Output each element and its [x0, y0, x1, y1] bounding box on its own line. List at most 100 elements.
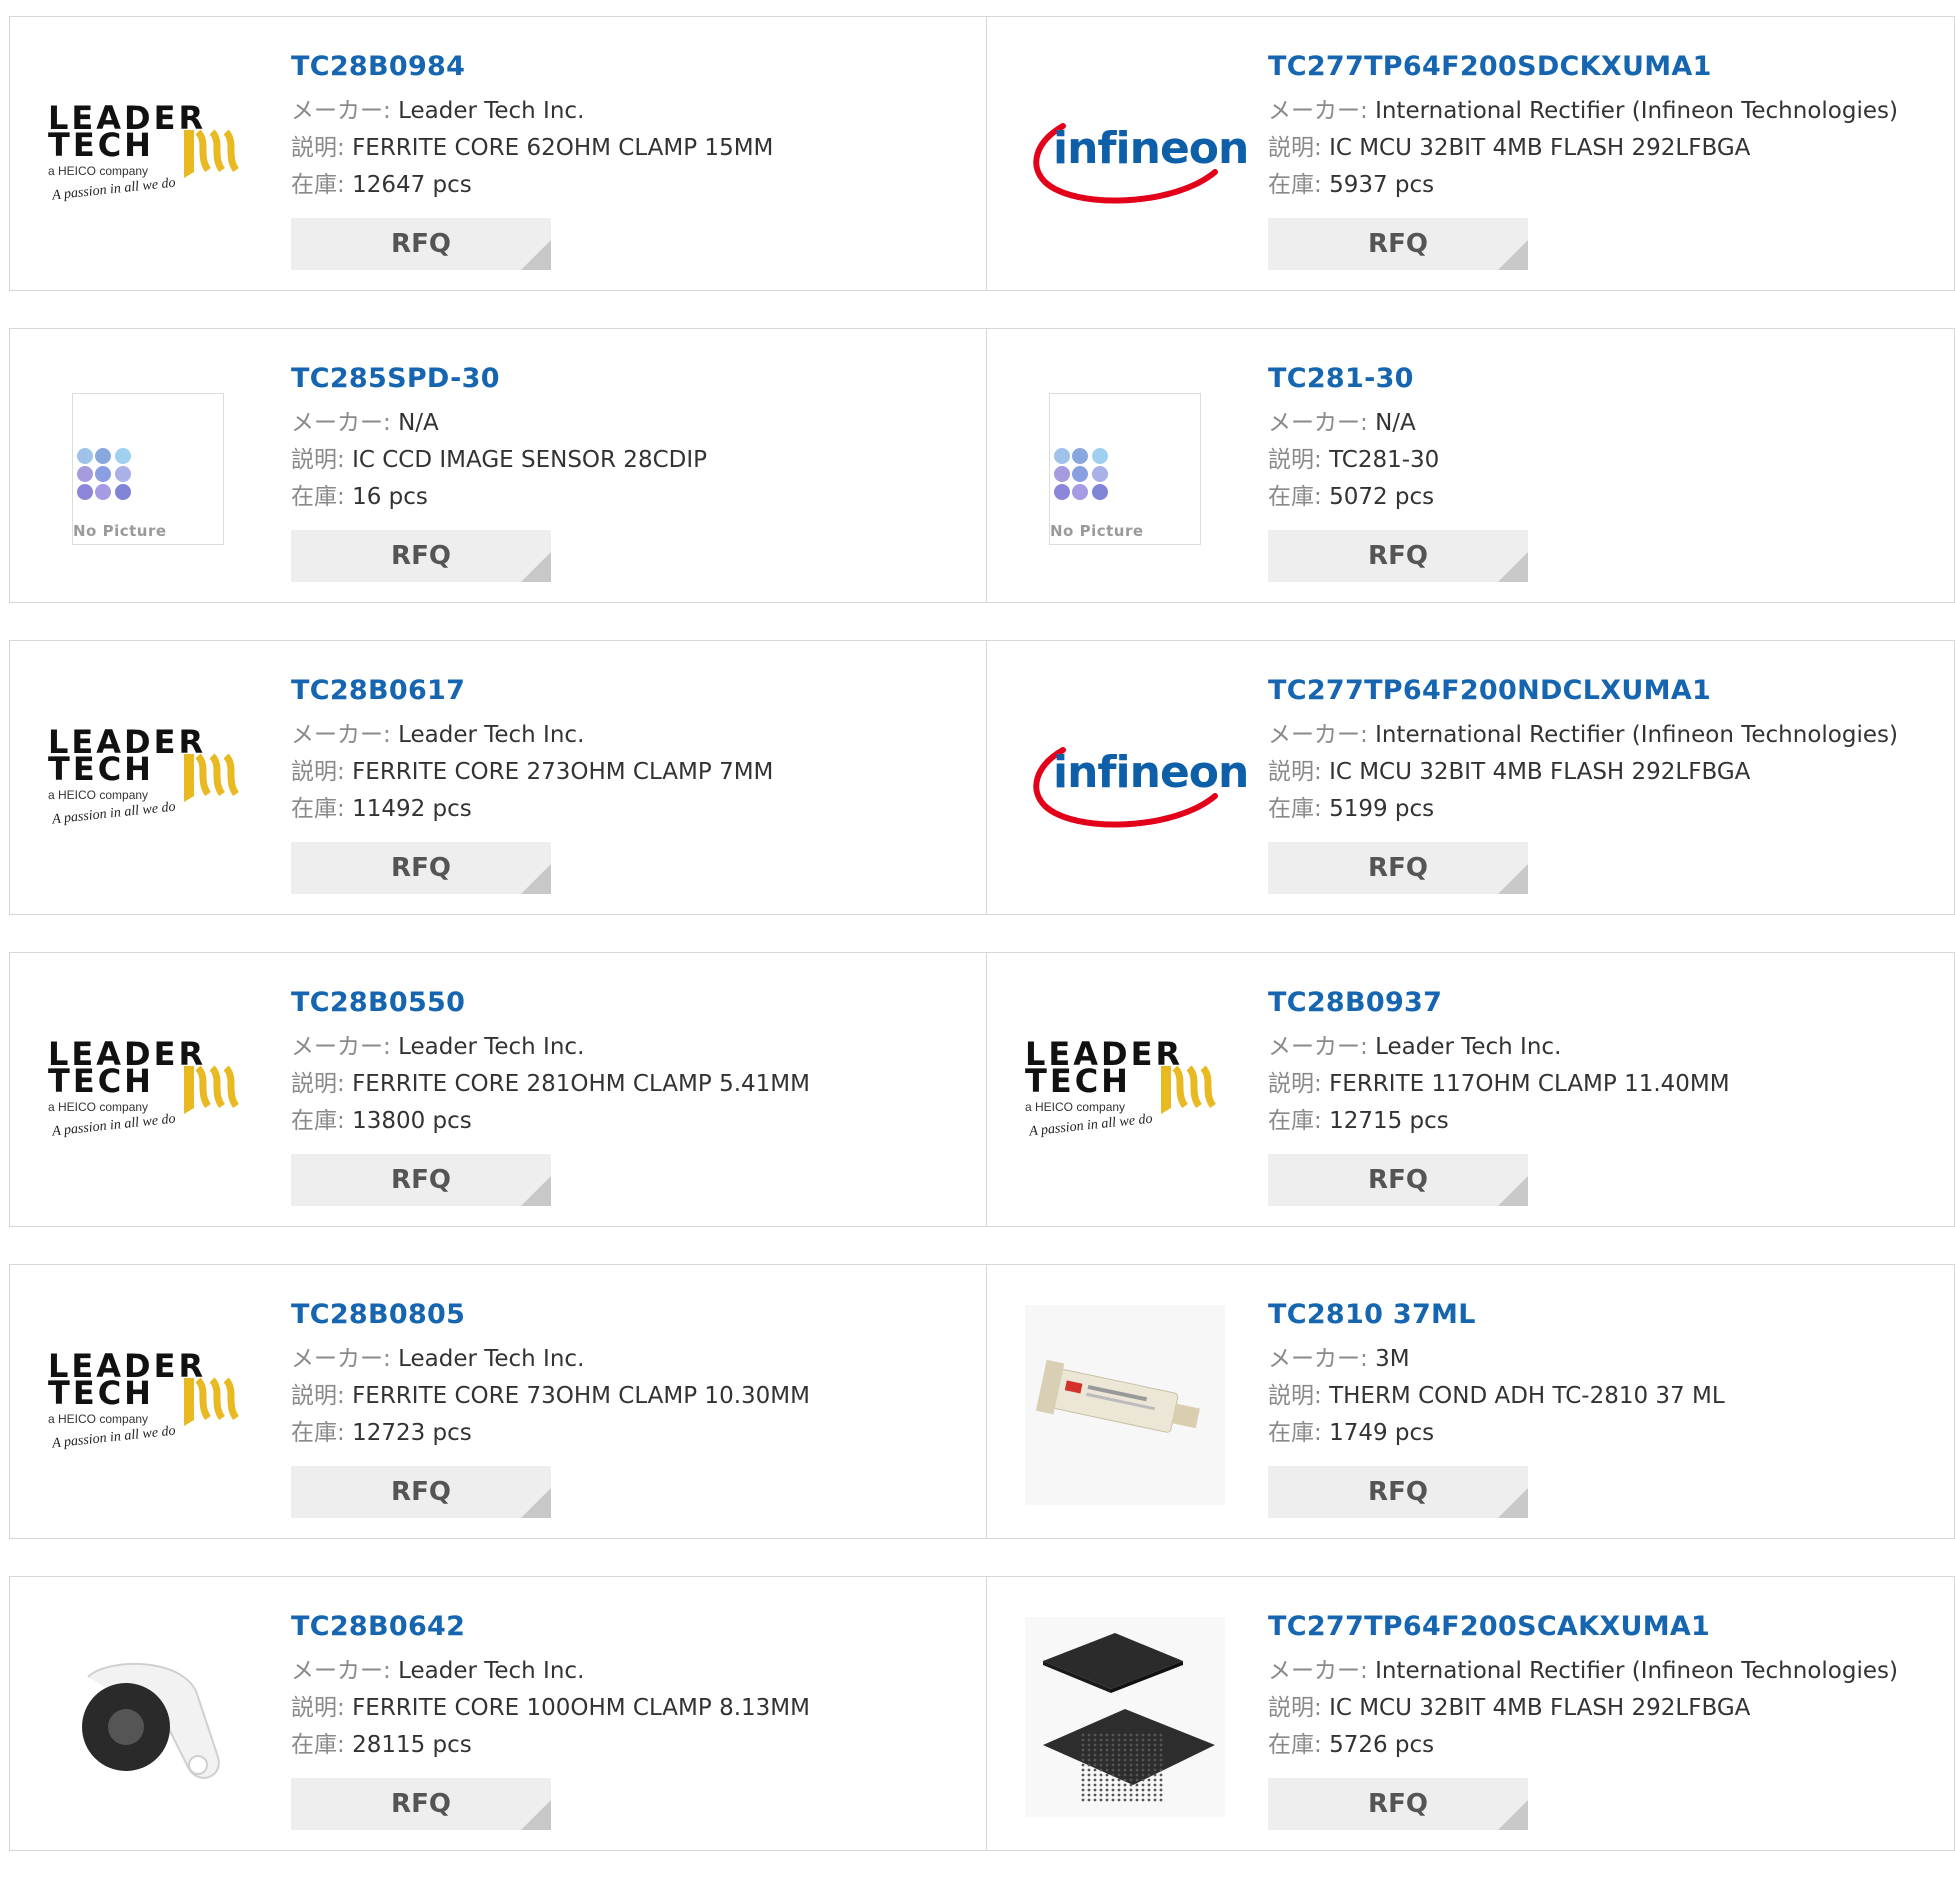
product-card: infineon TC277TP64F200NDCLXUMA1 メーカー: Inte… [987, 641, 1955, 914]
description-line: 説明: IC MCU 32BIT 4MB FLASH 292LFBGA [1268, 754, 1898, 791]
product-image[interactable]: LEADER TECH a HEICO company A passion in al… [1025, 993, 1225, 1193]
stock-value: 5199 pcs [1329, 796, 1435, 822]
maker-value: N/A [1375, 410, 1416, 436]
maker-label: メーカー: [1268, 1658, 1368, 1684]
part-number-link[interactable]: TC2810 37ML [1268, 1295, 1725, 1335]
rfq-button[interactable]: RFQ [291, 530, 551, 582]
ferrite-clamp-photo [82, 1662, 220, 1779]
part-number-link[interactable]: TC28B0984 [291, 47, 773, 87]
product-image[interactable]: LEADER TECH a HEICO company A passion in al… [48, 1305, 248, 1505]
maker-label: メーカー: [1268, 410, 1368, 436]
part-number-link[interactable]: TC28B0805 [291, 1295, 810, 1335]
product-info: TC28B0617 メーカー: Leader Tech Inc. 説明: FERRI… [291, 671, 773, 894]
corner-triangle-icon [521, 864, 551, 894]
rfq-button[interactable]: RFQ [1268, 1466, 1528, 1518]
description-value: FERRITE 117OHM CLAMP 11.40MM [1329, 1071, 1730, 1097]
part-number-link[interactable]: TC28B0550 [291, 983, 810, 1023]
rfq-button[interactable]: RFQ [1268, 1154, 1528, 1206]
product-card: TC28B0642 メーカー: Leader Tech Inc. 説明: FERRI… [10, 1577, 987, 1850]
part-number-link[interactable]: TC277TP64F200SDCKXUMA1 [1268, 47, 1898, 87]
description-line: 説明: FERRITE CORE 281OHM CLAMP 5.41MM [291, 1066, 810, 1103]
stock-line: 在庫: 5726 pcs [1268, 1727, 1898, 1764]
part-number-link[interactable]: TC28B0642 [291, 1607, 810, 1647]
part-number-link[interactable]: TC281-30 [1268, 359, 1528, 399]
rfq-button[interactable]: RFQ [1268, 530, 1528, 582]
rfq-button[interactable]: RFQ [291, 1778, 551, 1830]
infineon-logo: infineon [1025, 726, 1249, 836]
stock-line: 在庫: 11492 pcs [291, 791, 773, 828]
description-value: IC CCD IMAGE SENSOR 28CDIP [352, 447, 708, 473]
product-card: LEADER TECH a HEICO company A passion in al… [987, 953, 1955, 1226]
product-info: TC28B0805 メーカー: Leader Tech Inc. 説明: FERRI… [291, 1295, 810, 1518]
maker-line: メーカー: Leader Tech Inc. [291, 1029, 810, 1066]
leader-tech-emblem [1161, 1065, 1217, 1114]
product-image[interactable] [48, 1617, 248, 1817]
rfq-button-label: RFQ [391, 853, 451, 883]
rfq-button-label: RFQ [391, 1165, 451, 1195]
product-image[interactable] [1025, 1305, 1225, 1505]
part-number-link[interactable]: TC285SPD-30 [291, 359, 707, 399]
product-image[interactable]: LEADER TECH a HEICO company A passion in al… [48, 57, 248, 257]
product-row: LEADER TECH a HEICO company A passion in al… [9, 640, 1955, 915]
rfq-button[interactable]: RFQ [291, 1154, 551, 1206]
stock-value: 11492 pcs [352, 796, 472, 822]
product-image[interactable]: No Picture [1025, 369, 1225, 569]
rfq-button[interactable]: RFQ [1268, 1778, 1528, 1830]
rfq-button[interactable]: RFQ [1268, 842, 1528, 894]
rfq-button[interactable]: RFQ [291, 218, 551, 270]
description-line: 説明: THERM COND ADH TC-2810 37 ML [1268, 1378, 1725, 1415]
stock-value: 28115 pcs [352, 1732, 472, 1758]
part-number-link[interactable]: TC277TP64F200NDCLXUMA1 [1268, 671, 1898, 711]
product-card: infineon TC277TP64F200SDCKXUMA1 メーカー: Inte… [987, 17, 1955, 290]
part-number-link[interactable]: TC277TP64F200SCAKXUMA1 [1268, 1607, 1898, 1647]
maker-value: Leader Tech Inc. [1375, 1034, 1562, 1060]
rfq-button[interactable]: RFQ [291, 842, 551, 894]
product-row: LEADER TECH a HEICO company A passion in al… [9, 16, 1955, 291]
product-info: TC28B0642 メーカー: Leader Tech Inc. 説明: FERRI… [291, 1607, 810, 1830]
stock-label: 在庫: [291, 1108, 345, 1134]
stock-value: 12647 pcs [352, 172, 472, 198]
leader-tech-emblem [184, 1065, 240, 1114]
description-line: 説明: FERRITE CORE 273OHM CLAMP 7MM [291, 754, 773, 791]
part-number-link[interactable]: TC28B0937 [1268, 983, 1730, 1023]
maker-line: メーカー: International Rectifier (Infineon … [1268, 93, 1898, 130]
corner-triangle-icon [521, 240, 551, 270]
maker-label: メーカー: [291, 410, 391, 436]
maker-label: メーカー: [291, 722, 391, 748]
product-image[interactable]: infineon [1025, 57, 1249, 257]
maker-line: メーカー: Leader Tech Inc. [291, 717, 773, 754]
product-image[interactable] [1025, 1617, 1225, 1817]
description-label: 説明: [291, 135, 345, 161]
product-info: TC277TP64F200NDCLXUMA1 メーカー: Internationa… [1268, 671, 1898, 894]
rfq-button[interactable]: RFQ [1268, 218, 1528, 270]
stock-line: 在庫: 12715 pcs [1268, 1103, 1730, 1140]
stock-value: 5726 pcs [1329, 1732, 1435, 1758]
maker-value: 3M [1375, 1346, 1410, 1372]
description-label: 説明: [1268, 1695, 1322, 1721]
maker-label: メーカー: [1268, 1034, 1368, 1060]
stock-label: 在庫: [1268, 1108, 1322, 1134]
product-image[interactable]: LEADER TECH a HEICO company A passion in al… [48, 993, 248, 1193]
product-image[interactable]: No Picture [48, 369, 248, 569]
product-image[interactable]: infineon [1025, 681, 1249, 881]
stock-label: 在庫: [291, 1420, 345, 1446]
description-value: FERRITE CORE 100OHM CLAMP 8.13MM [352, 1695, 810, 1721]
leader-tech-emblem [184, 753, 240, 802]
description-label: 説明: [291, 759, 345, 785]
product-info: TC28B0550 メーカー: Leader Tech Inc. 説明: FERRI… [291, 983, 810, 1206]
product-image[interactable]: LEADER TECH a HEICO company A passion in al… [48, 681, 248, 881]
stock-value: 1749 pcs [1329, 1420, 1435, 1446]
part-number-link[interactable]: TC28B0617 [291, 671, 773, 711]
maker-label: メーカー: [291, 1658, 391, 1684]
description-value: FERRITE CORE 273OHM CLAMP 7MM [352, 759, 774, 785]
corner-triangle-icon [1498, 864, 1528, 894]
rfq-button[interactable]: RFQ [291, 1466, 551, 1518]
maker-value: Leader Tech Inc. [398, 98, 585, 124]
description-label: 説明: [291, 1383, 345, 1409]
maker-label: メーカー: [291, 1346, 391, 1372]
description-label: 説明: [1268, 447, 1322, 473]
stock-value: 12715 pcs [1329, 1108, 1449, 1134]
product-row: LEADER TECH a HEICO company A passion in al… [9, 1264, 1955, 1539]
leader-tech-logo: LEADER TECH a HEICO company A passion in al… [1025, 1038, 1225, 1148]
corner-triangle-icon [521, 1488, 551, 1518]
